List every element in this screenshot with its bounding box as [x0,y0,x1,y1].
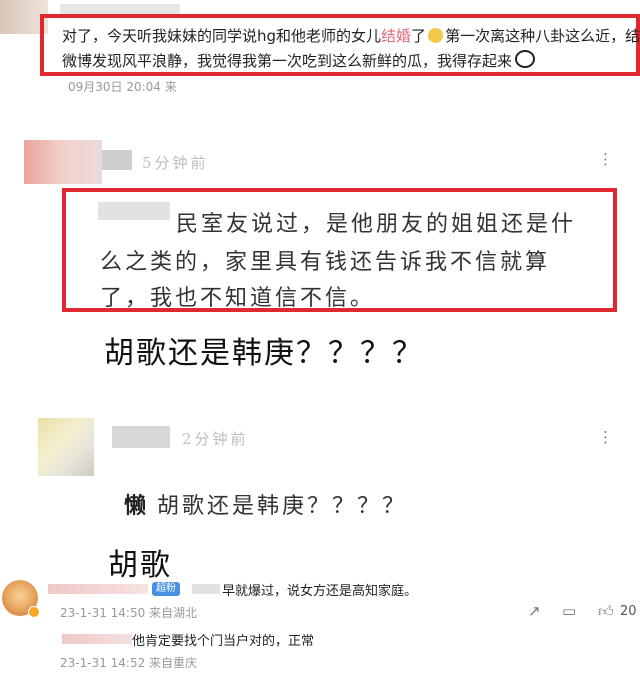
comment2-time: 5分钟前 [142,154,209,172]
comment2-quote-prefix: 民 [176,212,202,237]
share-icon[interactable]: ↗ [528,602,541,620]
comment4-date1: 23-1-31 14:50 来自湖北 [60,606,198,620]
username-blur-3 [112,426,170,448]
comment2-quote-text1: 室友说过，是他朋友的姐姐还是什 [201,212,577,237]
more-icon[interactable]: ⋮ [598,150,614,168]
comment2-quote-line1: 民室友说过，是他朋友的姐姐还是什 [176,206,576,238]
comment3-reply: 胡歌 [108,548,172,583]
panda-emoji-icon [515,50,536,68]
comment1-line1: 对了，今天听我妹妹的同学说hg和他老师的女儿结婚了第一次离这种八卦这么近，结果上 [62,26,640,47]
comment1-highlight-link[interactable]: 结婚 [381,27,411,45]
avatar-badge-icon [28,606,40,618]
quoted-user-blur [98,202,170,220]
mention-blur [192,584,220,594]
comment1-text-b: 了 [411,27,427,45]
fan-badge: 超粉 [152,582,180,596]
comment2-quote-line3: 了，我也不知道信不信。 [100,286,376,311]
comment2-quote-line2: 么之类的，家里具有钱还告诉我不信就算 [100,250,551,275]
username-blur-2 [102,150,132,170]
comment1-text-a: 对了，今天听我妹妹的同学说hg和他老师的女儿 [62,27,382,45]
more-icon-2[interactable]: ⋮ [598,428,613,446]
like-icon[interactable]: 👍︎ [598,602,614,621]
comment4-date2: 23-1-31 14:52 来自重庆 [60,656,198,670]
username-blur-4 [48,584,148,594]
comment2-reply: 胡歌还是韩庚？？？？ [104,336,424,371]
comment1-line2: 微博发现风平浪静，我觉得我第一次吃到这么新鲜的瓜，我得存起来 [62,50,536,72]
like-count: 20 [620,604,637,619]
reply-user-blur [62,634,132,644]
comment3-quote-prefix: 懒 [124,493,150,519]
comment1-text-c: 第一次离这种八卦这么近，结果上 [445,27,640,45]
comment3-time: 2分钟前 [182,430,249,448]
comment-icon[interactable]: ▭ [562,602,576,620]
comment1-text-d: 微博发现风平浪静，我觉得我第一次吃到这么新鲜的瓜，我得存起来 [62,52,513,70]
comment3-quote: 懒胡歌还是韩庚？？？？ [124,488,407,520]
comment4-text: 早就爆过，说女方还是高知家庭。 [222,584,418,599]
comment3-quote-text: 胡歌还是韩庚？？？？ [157,494,408,519]
avatar-blur-3 [38,418,94,476]
comment4-reply: 他肯定要找个门当户对的，正常 [132,634,315,649]
comment1-timestamp: 09月30日 20:04 来 [68,80,177,94]
emoji-icon [428,28,444,43]
avatar-blur-2 [24,140,102,184]
